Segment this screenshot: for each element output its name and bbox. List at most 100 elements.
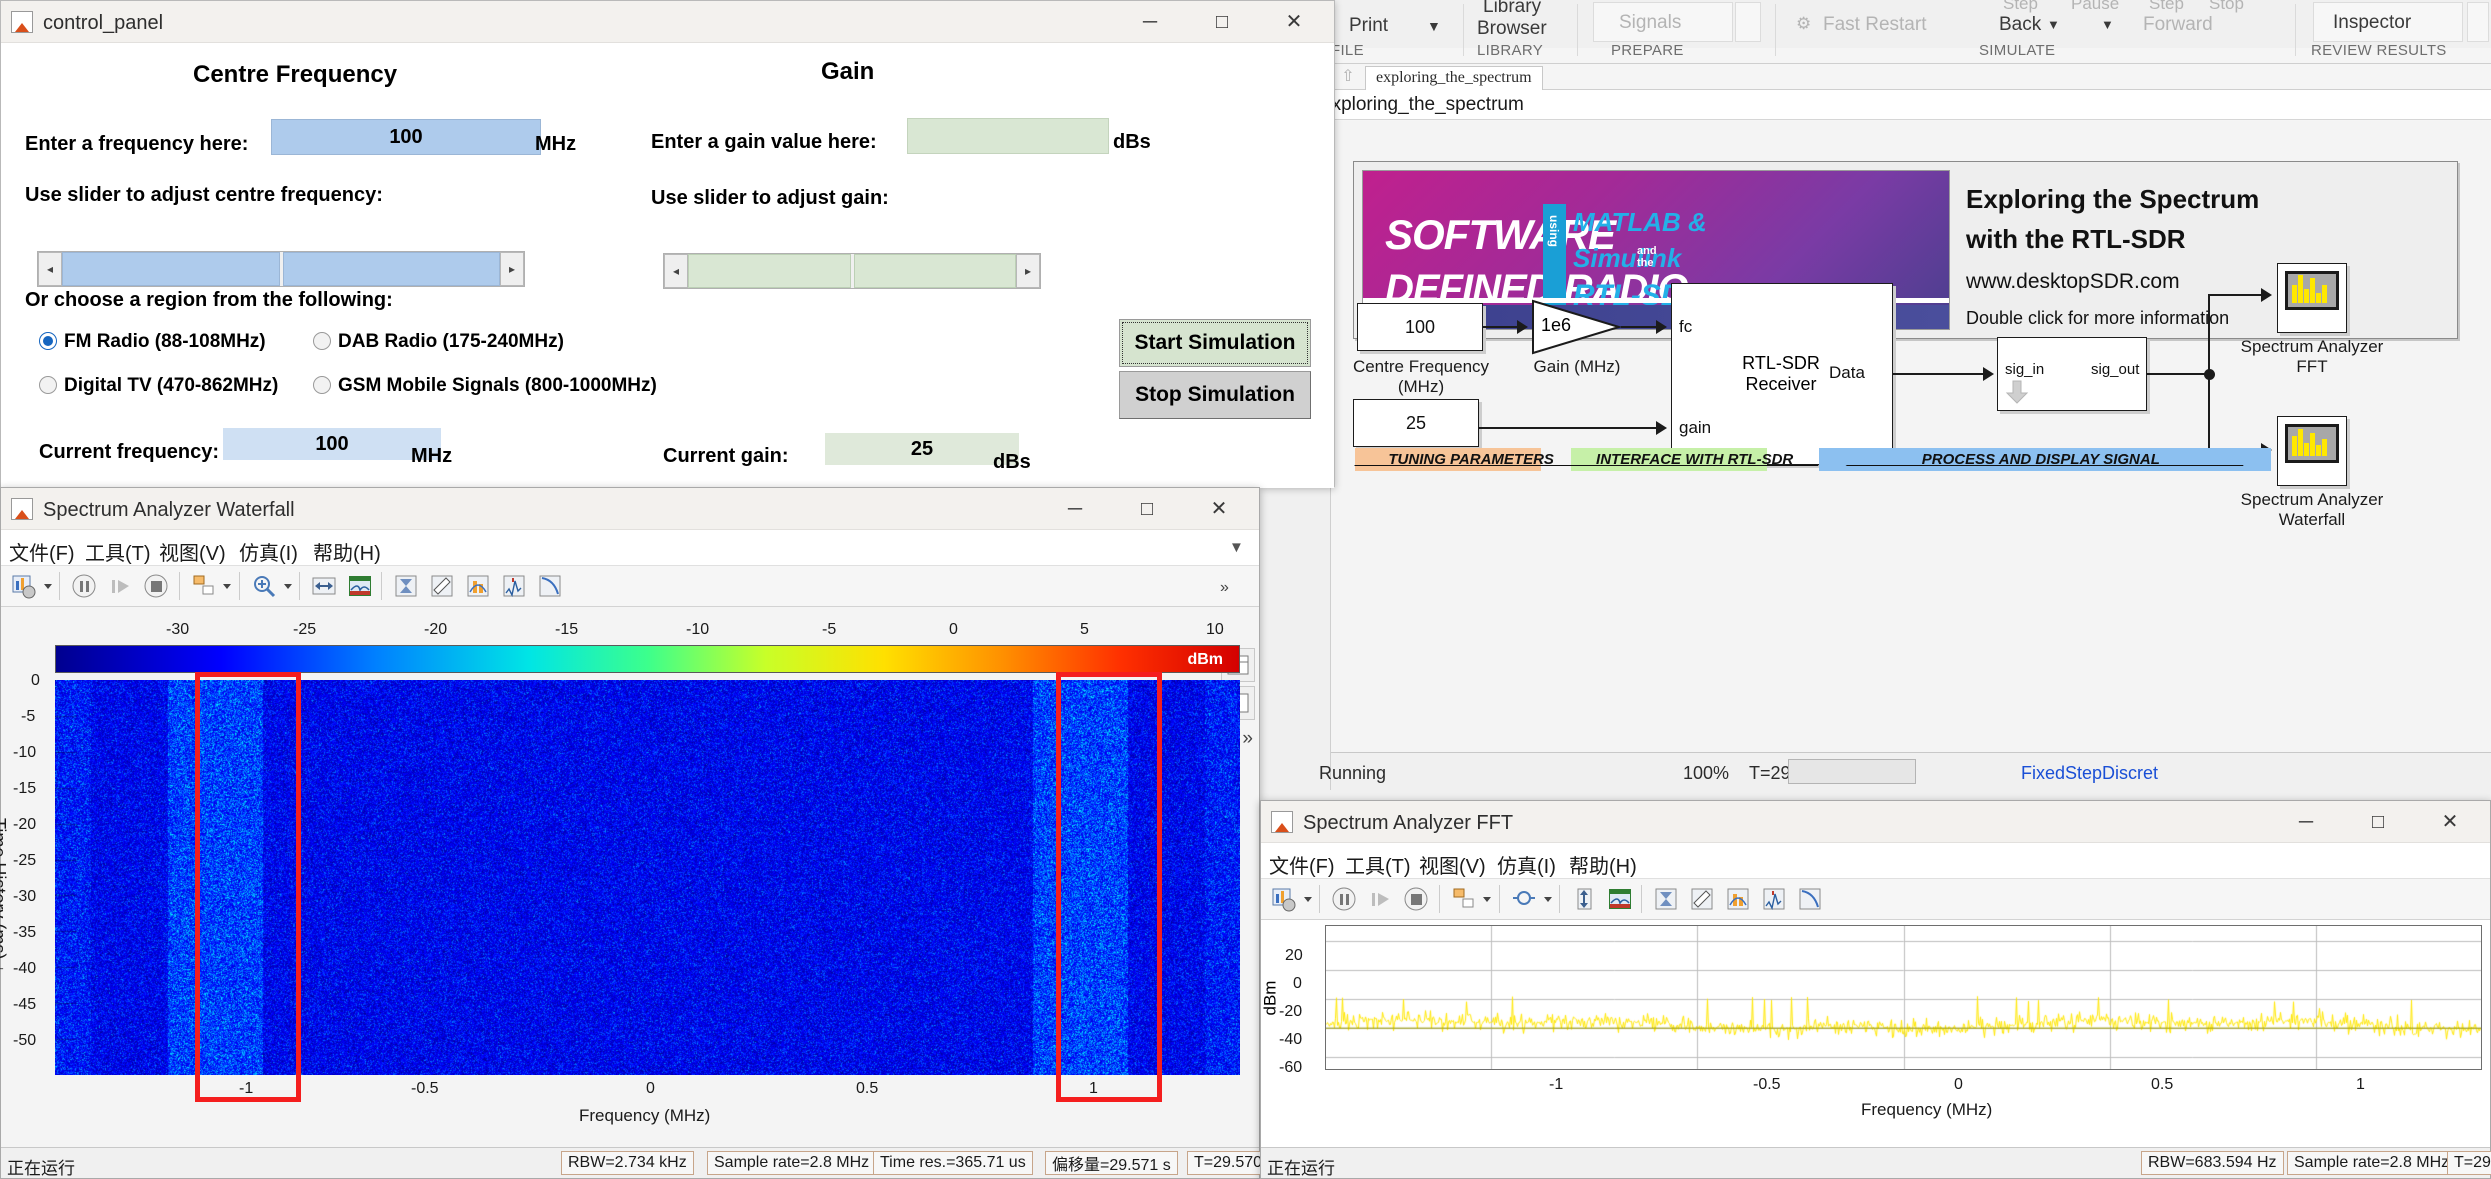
zoom-in-icon[interactable] <box>249 571 279 601</box>
scope-layout-dropdown-icon[interactable] <box>223 584 231 589</box>
minimize-button[interactable]: ─ <box>1114 1 1186 43</box>
peak-finder-icon[interactable] <box>1723 884 1753 914</box>
step-back-button[interactable]: Back <box>1999 14 2041 36</box>
menu-view[interactable]: 视图(V) <box>159 537 226 566</box>
frequency-slider-track[interactable] <box>62 252 500 286</box>
step-back-dropdown-icon[interactable]: ▼ <box>2047 17 2060 32</box>
menu-simulate[interactable]: 仿真(I) <box>1497 850 1556 879</box>
menu-tools[interactable]: 工具(T) <box>85 537 151 566</box>
autoscale-y-axis-icon[interactable] <box>1569 884 1599 914</box>
toolbar-overflow-icon[interactable]: » <box>1215 571 1245 601</box>
config-dropdown-icon[interactable] <box>1304 897 1312 902</box>
close-button[interactable]: ✕ <box>1258 1 1330 43</box>
print-dropdown-icon[interactable]: ▼ <box>1427 18 1441 34</box>
print-button[interactable]: Print <box>1349 15 1388 37</box>
cursor-measure-icon[interactable] <box>535 571 565 601</box>
gain-triangle-label: Gain (MHz) <box>1533 357 1621 376</box>
inspector-more-button[interactable] <box>2467 2 2489 42</box>
spectral-mask-icon[interactable] <box>1759 884 1789 914</box>
stop-icon[interactable] <box>1401 884 1431 914</box>
gain-slider-left-arrow[interactable]: ◂ <box>664 254 688 288</box>
maximize-button[interactable]: □ <box>2342 801 2414 843</box>
pause-dropdown-icon[interactable]: ▼ <box>2101 17 2114 32</box>
gain-slider-right-arrow[interactable]: ▸ <box>1016 254 1040 288</box>
scope-layout-dropdown-icon[interactable] <box>1483 897 1491 902</box>
annotation-process-display[interactable]: _________PROCESS AND DISPLAY SIGNAL_____… <box>1819 448 2271 471</box>
gain-slider-thumb-right[interactable] <box>853 254 1016 288</box>
simulink-canvas[interactable]: SOFTWARE DEFINED RADIO using MATLAB & Si… <box>1331 121 2491 752</box>
autoscale-x-icon[interactable] <box>309 571 339 601</box>
radio-gsm-mobile[interactable]: GSM Mobile Signals (800-1000MHz) <box>313 375 657 397</box>
gain-slider-thumb-left[interactable] <box>688 254 851 288</box>
spectrum-analyzer-waterfall-scope-block[interactable] <box>2277 416 2347 486</box>
menu-help[interactable]: 帮助(H) <box>1569 850 1637 879</box>
maximize-button[interactable]: □ <box>1186 1 1258 43</box>
autoscale-y-icon[interactable] <box>345 571 375 601</box>
ruler-icon[interactable] <box>427 571 457 601</box>
menu-view[interactable]: 视图(V) <box>1419 850 1486 879</box>
spectrum-analyzer-fft-scope-block[interactable] <box>2277 263 2347 333</box>
radio-digital-tv-icon[interactable] <box>39 376 57 394</box>
gain-slider-track[interactable] <box>688 254 1016 288</box>
up-to-parent-icon[interactable]: ⇧ <box>1339 68 1357 86</box>
menu-simulate[interactable]: 仿真(I) <box>239 537 298 566</box>
scale-axes-icon[interactable] <box>1605 884 1635 914</box>
rf-gain-constant-block[interactable]: 25 <box>1353 399 1479 447</box>
play-icon[interactable] <box>1365 884 1395 914</box>
pause-icon[interactable] <box>1329 884 1359 914</box>
radio-dab-radio-icon[interactable] <box>313 332 331 350</box>
minimize-button[interactable]: ─ <box>2270 801 2342 843</box>
config-dropdown-icon[interactable] <box>44 584 52 589</box>
scope-layout-icon[interactable] <box>1449 884 1479 914</box>
radio-digital-tv[interactable]: Digital TV (470-862MHz) <box>39 375 278 397</box>
minimize-button[interactable]: ─ <box>1039 488 1111 530</box>
gain-slider[interactable]: ◂ ▸ <box>663 253 1041 289</box>
pause-icon[interactable] <box>69 571 99 601</box>
start-simulation-button[interactable]: Start Simulation <box>1119 319 1311 367</box>
frequency-slider[interactable]: ◂ ▸ <box>37 251 525 287</box>
measurements-icon[interactable] <box>1651 884 1681 914</box>
radio-dab-radio[interactable]: DAB Radio (175-240MHz) <box>313 331 564 353</box>
menubar-overflow-icon[interactable]: ▼ <box>1229 539 1244 556</box>
ruler-icon[interactable] <box>1687 884 1717 914</box>
waterfall-side-overflow-icon[interactable]: » <box>1242 728 1253 750</box>
config-icon[interactable] <box>1269 884 1299 914</box>
radio-fm-radio-icon[interactable] <box>39 332 57 350</box>
annotation-tuning-parameters[interactable]: ____TUNING PARAMETERS_____ <box>1355 448 1596 471</box>
scope-layout-icon[interactable] <box>189 571 219 601</box>
library-browser-line1[interactable]: Library <box>1483 0 1541 18</box>
frequency-slider-thumb-right[interactable] <box>282 252 500 286</box>
zoom-x-icon[interactable] <box>1509 884 1539 914</box>
cursor-measure-icon[interactable] <box>1795 884 1825 914</box>
annotation-interface-rtlsdr[interactable]: ___INTERFACE WITH RTL-SDR___ <box>1571 448 1818 471</box>
menu-tools[interactable]: 工具(T) <box>1345 850 1411 879</box>
model-tab[interactable]: exploring_the_spectrum <box>1365 66 1543 90</box>
menu-help[interactable]: 帮助(H) <box>313 537 381 566</box>
radio-gsm-mobile-icon[interactable] <box>313 376 331 394</box>
frequency-slider-left-arrow[interactable]: ◂ <box>38 252 62 286</box>
maximize-button[interactable]: □ <box>1111 488 1183 530</box>
play-icon[interactable] <box>105 571 135 601</box>
stop-simulation-button[interactable]: Stop Simulation <box>1119 371 1311 419</box>
peak-finder-icon[interactable] <box>463 571 493 601</box>
zoom-dropdown-icon[interactable] <box>284 584 292 589</box>
close-button[interactable]: ✕ <box>2414 801 2486 843</box>
frequency-slider-thumb-left[interactable] <box>62 252 280 286</box>
library-browser-button[interactable]: Browser <box>1477 18 1547 40</box>
close-button[interactable]: ✕ <box>1183 488 1255 530</box>
gain-input[interactable] <box>907 118 1109 154</box>
radio-fm-radio[interactable]: FM Radio (88-108MHz) <box>39 331 266 353</box>
scope-icon-waterfall <box>2285 424 2339 463</box>
spectral-mask-icon[interactable] <box>499 571 529 601</box>
config-icon[interactable] <box>9 571 39 601</box>
menu-file[interactable]: 文件(F) <box>9 537 75 566</box>
frequency-input[interactable]: 100 <box>271 119 541 155</box>
stop-icon[interactable] <box>141 571 171 601</box>
zoom-dropdown-icon[interactable] <box>1544 897 1552 902</box>
measurements-icon[interactable] <box>391 571 421 601</box>
inspector-button[interactable]: Inspector <box>2333 12 2411 34</box>
frequency-slider-right-arrow[interactable]: ▸ <box>500 252 524 286</box>
menu-file[interactable]: 文件(F) <box>1269 850 1335 879</box>
centre-frequency-constant-block[interactable]: 100 <box>1357 303 1483 351</box>
gain-heading: Gain <box>821 58 875 85</box>
